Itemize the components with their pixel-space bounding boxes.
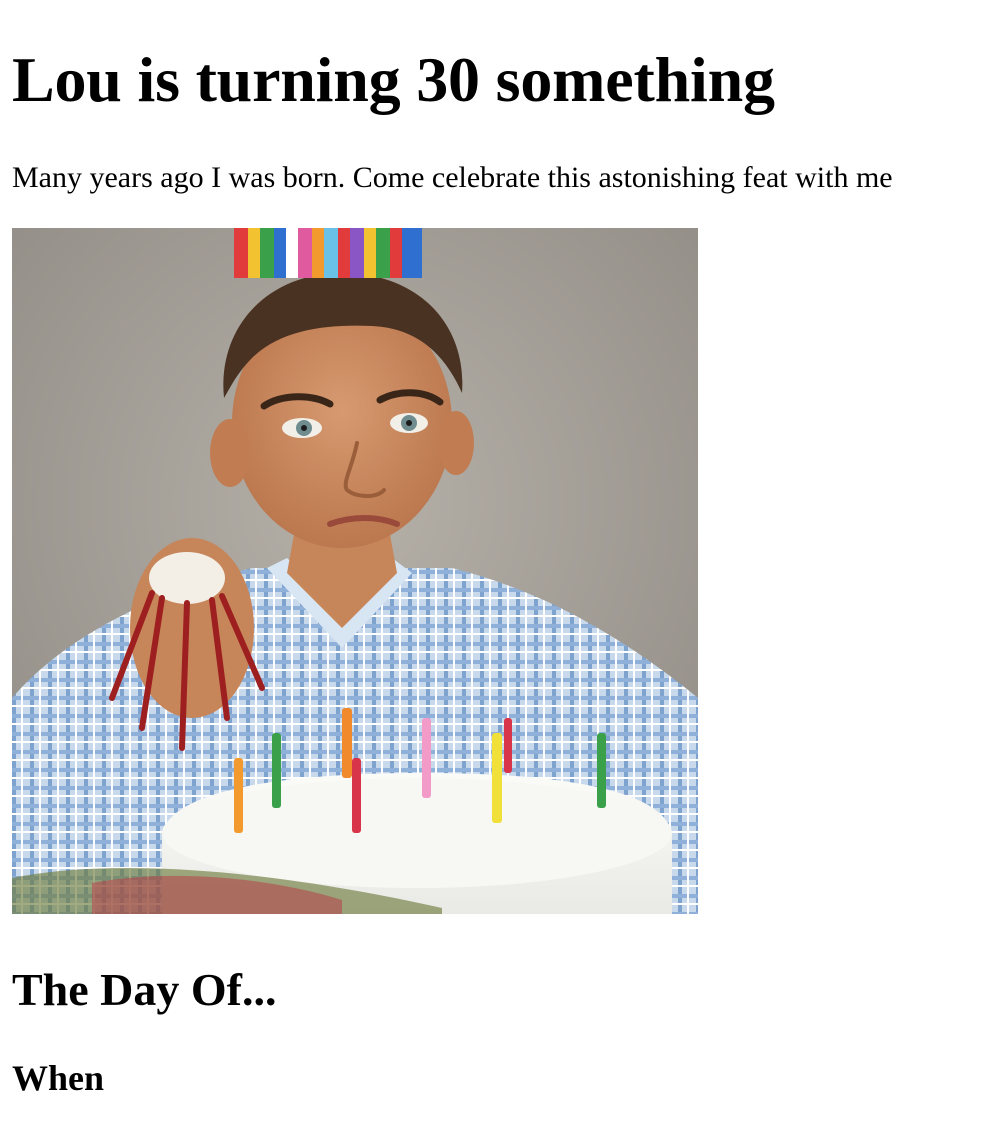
when-heading: When bbox=[12, 1058, 105, 1098]
birthday-photo bbox=[12, 228, 698, 914]
section-heading: The Day Of... bbox=[12, 964, 277, 1015]
page-title: Lou is turning 30 something bbox=[12, 44, 775, 115]
intro-text: Many years ago I was born. Come celebrat… bbox=[12, 161, 893, 194]
